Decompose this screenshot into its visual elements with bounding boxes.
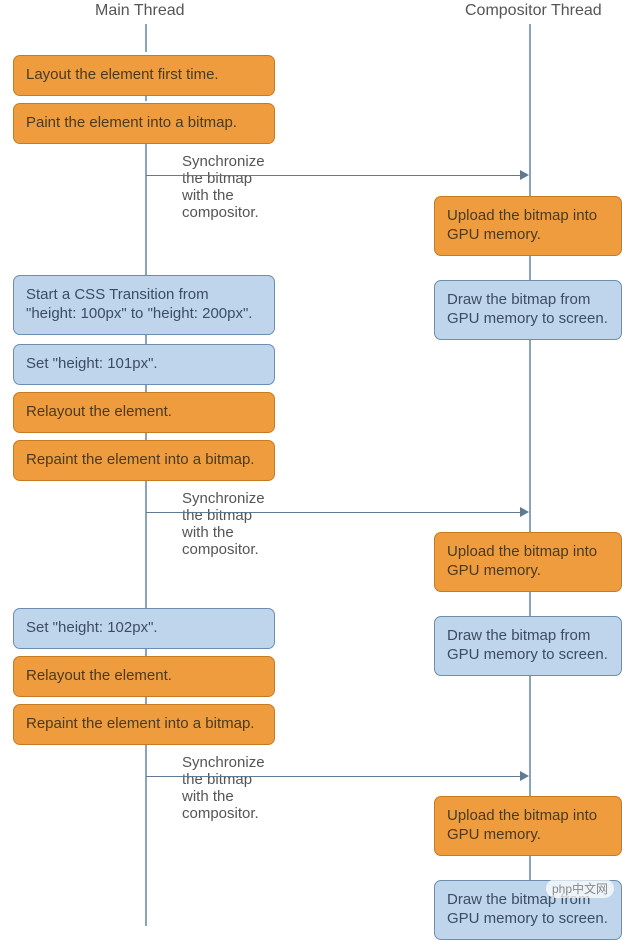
- compositor-lifeline: [529, 589, 531, 617]
- compositor-lifeline: [529, 853, 531, 880]
- step-layout-first: Layout the element first time.: [13, 55, 275, 96]
- sync-label: Synchronize the bitmap with the composit…: [182, 490, 265, 558]
- step-draw-gpu-2: Draw the bitmap from GPU memory to scree…: [434, 616, 622, 676]
- step-upload-gpu-3: Upload the bitmap into GPU memory.: [434, 796, 622, 856]
- arrowhead-icon: [520, 507, 529, 517]
- step-upload-gpu-2: Upload the bitmap into GPU memory.: [434, 532, 622, 592]
- compositor-lifeline: [529, 254, 531, 280]
- main-lifeline: [145, 742, 147, 926]
- step-relayout-2: Relayout the element.: [13, 656, 275, 697]
- sync-arrow-line: [146, 512, 520, 513]
- compositor-lifeline: [529, 673, 531, 796]
- step-start-transition: Start a CSS Transition from "height: 100…: [13, 275, 275, 335]
- compositor-lifeline: [529, 24, 531, 196]
- step-set-101: Set "height: 101px".: [13, 344, 275, 385]
- step-relayout-1: Relayout the element.: [13, 392, 275, 433]
- watermark: php中文网: [546, 879, 614, 898]
- arrowhead-icon: [520, 170, 529, 180]
- step-set-102: Set "height: 102px".: [13, 608, 275, 649]
- main-lifeline: [145, 142, 147, 275]
- sync-label: Synchronize the bitmap with the composit…: [182, 153, 265, 221]
- sequence-diagram: Main Thread Compositor Thread Layout the…: [0, 0, 622, 926]
- compositor-lifeline: [529, 338, 531, 532]
- main-lifeline: [145, 478, 147, 608]
- sync-arrow-line: [146, 776, 520, 777]
- sync-label: Synchronize the bitmap with the composit…: [182, 754, 265, 822]
- main-lifeline: [145, 24, 147, 52]
- step-repaint-2: Repaint the element into a bitmap.: [13, 704, 275, 745]
- step-upload-gpu-1: Upload the bitmap into GPU memory.: [434, 196, 622, 256]
- compositor-thread-title: Compositor Thread: [465, 2, 602, 20]
- step-repaint-1: Repaint the element into a bitmap.: [13, 440, 275, 481]
- step-draw-gpu-1: Draw the bitmap from GPU memory to scree…: [434, 280, 622, 340]
- arrowhead-icon: [520, 771, 529, 781]
- main-thread-title: Main Thread: [95, 2, 185, 20]
- step-paint-bitmap: Paint the element into a bitmap.: [13, 103, 275, 144]
- sync-arrow-line: [146, 175, 520, 176]
